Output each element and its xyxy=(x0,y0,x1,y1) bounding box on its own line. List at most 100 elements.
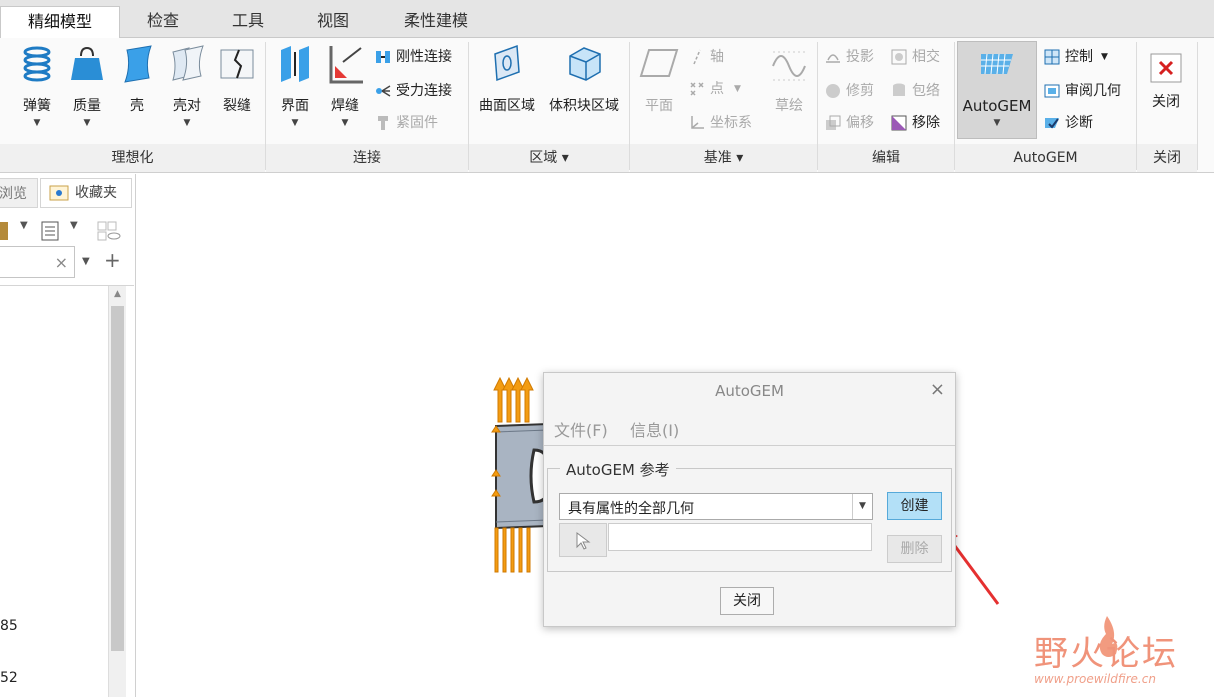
point-icon xyxy=(690,82,704,96)
tab-refined-model[interactable]: 精细模型 xyxy=(0,6,120,39)
diagnose-icon xyxy=(1045,118,1059,129)
shell-pair-button[interactable]: 壳对 ▼ xyxy=(162,42,212,128)
mass-label: 质量 xyxy=(73,98,101,114)
tree-settings-dropdown-icon[interactable]: ▼ xyxy=(20,220,28,231)
pointer-icon xyxy=(576,532,591,550)
project-button: 投影 xyxy=(824,44,874,70)
tree-search-input[interactable]: × xyxy=(0,246,75,278)
shell-label: 壳 xyxy=(130,98,144,114)
group-label-datum[interactable]: 基准 ▾ xyxy=(630,144,817,172)
control-button[interactable]: 控制 ▼ xyxy=(1043,44,1108,70)
project-label: 投影 xyxy=(846,49,874,65)
reference-type-select[interactable]: 具有属性的全部几何 ▼ xyxy=(559,493,873,520)
tree-settings-icon[interactable] xyxy=(0,222,8,240)
tab-tools[interactable]: 工具 xyxy=(206,6,290,38)
csys-button: 坐标系 xyxy=(688,110,752,136)
plane-label: 平面 xyxy=(645,98,673,114)
rigid-link-icon xyxy=(376,51,390,63)
axis-label: 轴 xyxy=(710,49,724,65)
intersect-label: 相交 xyxy=(912,49,940,65)
fastener-button: 紧固件 xyxy=(374,110,438,136)
sketch-icon xyxy=(772,51,806,81)
group-label-autogem: AutoGEM xyxy=(955,144,1136,172)
crack-button[interactable]: 裂缝 xyxy=(214,42,260,114)
watermark-url: www.proewildfire.cn xyxy=(1034,672,1156,686)
shell-pair-icon xyxy=(172,45,204,81)
reference-type-value: 具有属性的全部几何 xyxy=(568,501,694,517)
plane-icon xyxy=(639,49,679,77)
dialog-close-icon[interactable]: × xyxy=(930,381,945,399)
close-icon xyxy=(1150,53,1182,83)
crack-icon xyxy=(220,49,254,79)
spring-button[interactable]: 弹簧 ▼ xyxy=(14,42,60,128)
project-icon xyxy=(826,54,840,63)
surface-region-button[interactable]: 曲面区域 xyxy=(474,42,540,114)
watermark-text: 野火论坛 xyxy=(1034,634,1178,674)
interface-icon xyxy=(281,46,309,82)
offset-icon xyxy=(826,115,841,130)
shell-pair-label: 壳对 xyxy=(173,98,201,114)
close-ribbon-button[interactable]: 关闭 xyxy=(1142,52,1190,110)
tab-view[interactable]: 视图 xyxy=(291,6,375,38)
autogem-button[interactable]: AutoGEM ▼ xyxy=(957,41,1037,139)
create-button[interactable]: 创建 xyxy=(887,492,942,520)
rigid-link-button[interactable]: 刚性连接 xyxy=(374,44,452,70)
review-geometry-button[interactable]: 审阅几何 xyxy=(1043,78,1121,104)
close-dialog-button[interactable]: 关闭 xyxy=(720,587,774,615)
group-label-close: 关闭 xyxy=(1137,144,1197,172)
review-geometry-icon xyxy=(1044,84,1060,98)
clear-search-icon[interactable]: × xyxy=(55,253,68,272)
autogem-label: AutoGEM xyxy=(962,97,1032,115)
group-label-ideal: 理想化 xyxy=(0,144,265,172)
add-filter-icon[interactable]: + xyxy=(104,250,121,270)
weighted-link-label: 受力连接 xyxy=(396,83,452,99)
weld-icon xyxy=(329,46,363,84)
tab-inspect[interactable]: 检查 xyxy=(121,6,205,38)
show-dropdown-icon[interactable]: ▼ xyxy=(70,220,78,231)
watermark-logo: 野火论坛 www.proewildfire.cn xyxy=(1026,614,1206,694)
sketch-label: 草绘 xyxy=(775,98,803,114)
autogem-mesh-icon xyxy=(981,53,1013,75)
select-pointer-button[interactable] xyxy=(559,523,607,557)
search-dropdown-icon[interactable]: ▼ xyxy=(82,256,90,267)
weld-button[interactable]: 焊缝 ▼ xyxy=(322,42,368,128)
volume-region-icon xyxy=(569,47,601,81)
remove-button[interactable]: 移除 xyxy=(890,110,940,136)
weighted-link-icon xyxy=(376,85,391,97)
point-label: 点 xyxy=(710,81,724,97)
menu-info[interactable]: 信息(I) xyxy=(630,417,679,441)
wrap-label: 包络 xyxy=(912,83,940,99)
chevron-down-icon[interactable]: ▼ xyxy=(852,494,872,519)
volume-region-button[interactable]: 体积块区域 xyxy=(544,42,624,114)
tab-favorites[interactable]: 收藏夹 xyxy=(40,178,132,208)
mass-button[interactable]: 质量 ▼ xyxy=(64,42,110,128)
interface-label: 界面 xyxy=(281,98,309,114)
tab-flexible-modeling[interactable]: 柔性建模 xyxy=(376,6,496,38)
show-menu-icon[interactable] xyxy=(40,220,60,242)
group-label-region[interactable]: 区域 ▾ xyxy=(469,144,629,172)
delete-button: 删除 xyxy=(887,535,942,563)
intersect-button: 相交 xyxy=(890,44,940,70)
tree-value-text: 85 xyxy=(0,618,18,634)
tab-browser[interactable]: 浏览 xyxy=(0,178,38,208)
trim-button: 修剪 xyxy=(824,78,874,104)
diagnose-button[interactable]: 诊断 xyxy=(1043,110,1093,136)
crack-label: 裂缝 xyxy=(223,98,251,114)
tree-scrollbar[interactable]: ▲ xyxy=(108,286,126,697)
trim-label: 修剪 xyxy=(846,83,874,99)
control-label: 控制 xyxy=(1065,49,1093,65)
tree-value-text: 52 xyxy=(0,670,18,686)
remove-label: 移除 xyxy=(912,115,940,131)
weighted-link-button[interactable]: 受力连接 xyxy=(374,78,452,104)
shell-button[interactable]: 壳 xyxy=(114,42,160,114)
autogem-dialog: AutoGEM × 文件(F) 信息(I) AutoGEM 参考 具有属性的全部… xyxy=(543,372,956,627)
close-ribbon-label: 关闭 xyxy=(1152,94,1180,110)
control-icon xyxy=(1044,49,1060,65)
interface-button[interactable]: 界面 ▼ xyxy=(272,42,318,128)
remove-icon xyxy=(891,115,907,131)
group-label-edit: 编辑 xyxy=(818,144,954,172)
reference-collector-field[interactable] xyxy=(608,523,872,551)
hide-items-icon xyxy=(97,221,121,241)
model-tree-panel: 浏览 收藏夹 ▼ ▼ × ▼ + ▲ 85 52 xyxy=(0,174,134,697)
menu-file[interactable]: 文件(F) xyxy=(554,417,608,441)
